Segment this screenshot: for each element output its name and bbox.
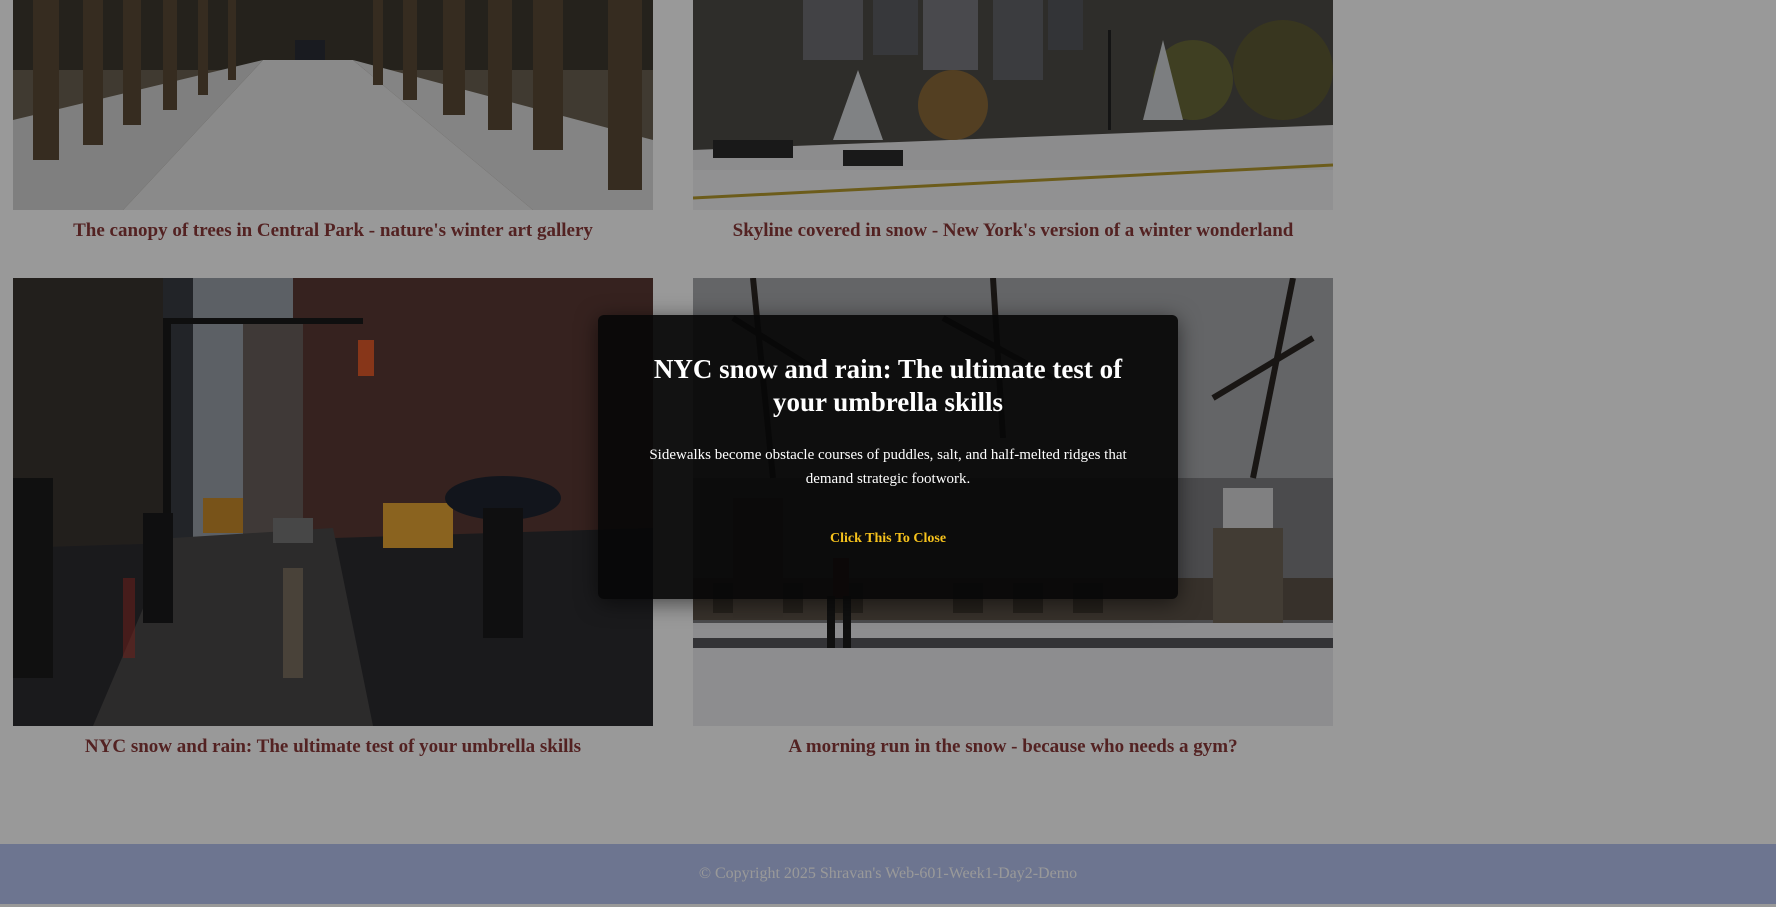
modal-title: NYC snow and rain: The ultimate test of …: [653, 354, 1123, 417]
page: The canopy of trees in Central Park - na…: [0, 0, 1776, 907]
modal-description: Sidewalks become obstacle courses of pud…: [649, 447, 1127, 487]
image-detail-modal: NYC snow and rain: The ultimate test of …: [598, 315, 1178, 599]
close-modal-link[interactable]: Click This To Close: [830, 531, 946, 547]
